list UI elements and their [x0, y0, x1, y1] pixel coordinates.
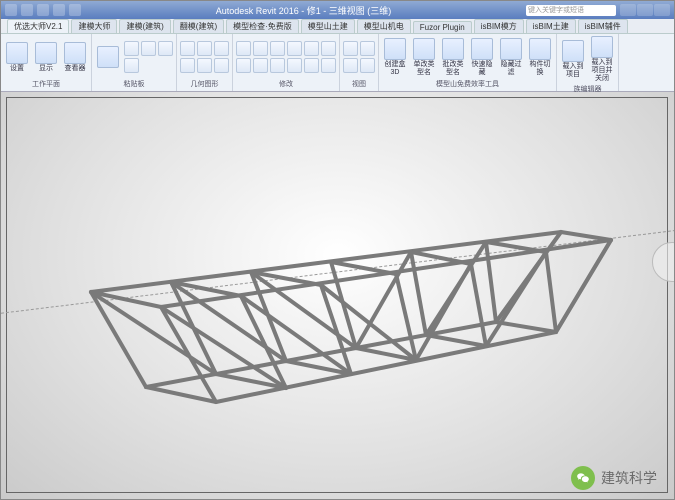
ribbon-tab[interactable]: 建模(建筑) [119, 19, 170, 33]
viewport-3d[interactable] [1, 92, 674, 499]
quick-hide-button[interactable]: 快速隐藏 [469, 38, 495, 77]
view-button[interactable] [360, 58, 375, 73]
ribbon-tab[interactable]: 模型山土建 [301, 19, 355, 33]
show-workplane-button[interactable]: 显示 [33, 42, 59, 73]
ribbon-tabs: 优选大师V2.1 建模大师 建模(建筑) 翻模(建筑) 模型检查·免费版 模型山… [1, 19, 674, 34]
ribbon-tab[interactable]: isBIM土建 [526, 19, 576, 33]
qat-undo-button[interactable] [37, 4, 49, 16]
modify-button[interactable] [287, 41, 302, 56]
workplane-icon [6, 42, 28, 64]
ribbon-panel-area: 设置 显示 查看器 工作平面 粘贴板 [1, 34, 674, 92]
window-title: Autodesk Revit 2016 - 修1 - 三维视图 (三维) [81, 4, 526, 17]
load-and-close-button[interactable]: 载入到项目并关闭 [589, 36, 615, 83]
paste-button[interactable] [95, 46, 121, 68]
watermark-text: 建筑科学 [601, 468, 657, 488]
ribbon-tab[interactable]: 优选大师V2.1 [7, 19, 69, 33]
panel-label: 工作平面 [4, 78, 88, 89]
quick-access-toolbar [5, 4, 81, 16]
ribbon-tab[interactable]: 翻模(建筑) [173, 19, 224, 33]
help-search-input[interactable]: 键入关键字或短语 [526, 5, 616, 16]
show-icon [35, 42, 57, 64]
ribbon-panel-family-editor: 载入到项目 载入到项目并关闭 族编辑器 [557, 34, 619, 91]
close-button[interactable] [654, 4, 670, 16]
clipboard-small-button[interactable] [141, 41, 156, 56]
load-into-project-button[interactable]: 载入到项目 [560, 40, 586, 79]
clipboard-small-button[interactable] [124, 58, 139, 73]
hide-icon [471, 38, 493, 60]
view-button[interactable] [360, 41, 375, 56]
qat-save-button[interactable] [21, 4, 33, 16]
ribbon-tab[interactable]: Fuzor Plugin [413, 21, 472, 33]
panel-label: 视图 [343, 78, 375, 89]
qat-print-button[interactable] [69, 4, 81, 16]
modify-button[interactable] [321, 41, 336, 56]
panel-label: 几何图形 [180, 78, 229, 89]
modify-button[interactable] [270, 41, 285, 56]
panel-label: 模型山免费效率工具 [382, 78, 553, 89]
modify-button[interactable] [236, 41, 251, 56]
modify-button[interactable] [304, 41, 319, 56]
geometry-button[interactable] [180, 41, 195, 56]
ribbon-panel-geometry: 几何图形 [177, 34, 233, 91]
rename-icon [413, 38, 435, 60]
ribbon-tab[interactable]: isBIM模方 [474, 19, 524, 33]
panel-label: 粘贴板 [95, 78, 173, 89]
filter-hide-button[interactable]: 隐藏过滤 [498, 38, 524, 77]
panel-label: 修改 [236, 78, 336, 89]
qat-redo-button[interactable] [53, 4, 65, 16]
load-close-icon [591, 36, 613, 58]
maximize-button[interactable] [637, 4, 653, 16]
geometry-button[interactable] [197, 58, 212, 73]
rename-type-batch-button[interactable]: 批改类型名 [440, 38, 466, 77]
ribbon-panel-msj-tools: 创建盒3D 单改类型名 批改类型名 快速隐藏 隐藏过滤 构件切换 模型山免费效率… [379, 34, 557, 91]
ribbon-tab[interactable]: 建模大师 [71, 19, 117, 33]
geometry-button[interactable] [180, 58, 195, 73]
rename-type-single-button[interactable]: 单改类型名 [411, 38, 437, 77]
viewer-button[interactable]: 查看器 [62, 42, 88, 73]
view-button[interactable] [343, 41, 358, 56]
filter-icon [500, 38, 522, 60]
modify-button[interactable] [287, 58, 302, 73]
component-switch-button[interactable]: 构件切换 [527, 38, 553, 77]
clipboard-small-button[interactable] [124, 41, 139, 56]
watermark: 建筑科学 [571, 466, 657, 490]
set-workplane-button[interactable]: 设置 [4, 42, 30, 73]
truss-model[interactable] [1, 92, 674, 499]
ribbon-tab[interactable]: 模型山机电 [357, 19, 411, 33]
rename-batch-icon [442, 38, 464, 60]
viewer-icon [64, 42, 86, 64]
app-menu-button[interactable] [5, 4, 17, 16]
ribbon-panel-clipboard: 粘贴板 [92, 34, 177, 91]
modify-button[interactable] [253, 58, 268, 73]
wechat-icon [571, 466, 595, 490]
view-button[interactable] [343, 58, 358, 73]
ribbon-panel-workplane: 设置 显示 查看器 工作平面 [1, 34, 92, 91]
modify-button[interactable] [304, 58, 319, 73]
switch-icon [529, 38, 551, 60]
ribbon-panel-modify: 修改 [233, 34, 340, 91]
ribbon-tab[interactable]: isBIM辅件 [578, 19, 628, 33]
section-box-3d-button[interactable]: 创建盒3D [382, 38, 408, 77]
clipboard-small-button[interactable] [158, 41, 173, 56]
geometry-button[interactable] [214, 41, 229, 56]
ribbon-tab[interactable]: 模型检查·免费版 [226, 19, 299, 33]
minimize-button[interactable] [620, 4, 636, 16]
box3d-icon [384, 38, 406, 60]
modify-button[interactable] [321, 58, 336, 73]
ribbon-panel-view: 视图 [340, 34, 379, 91]
paste-icon [97, 46, 119, 68]
load-icon [562, 40, 584, 62]
title-bar: Autodesk Revit 2016 - 修1 - 三维视图 (三维) 键入关… [1, 1, 674, 19]
geometry-button[interactable] [214, 58, 229, 73]
geometry-button[interactable] [197, 41, 212, 56]
modify-button[interactable] [236, 58, 251, 73]
modify-button[interactable] [253, 41, 268, 56]
modify-button[interactable] [270, 58, 285, 73]
